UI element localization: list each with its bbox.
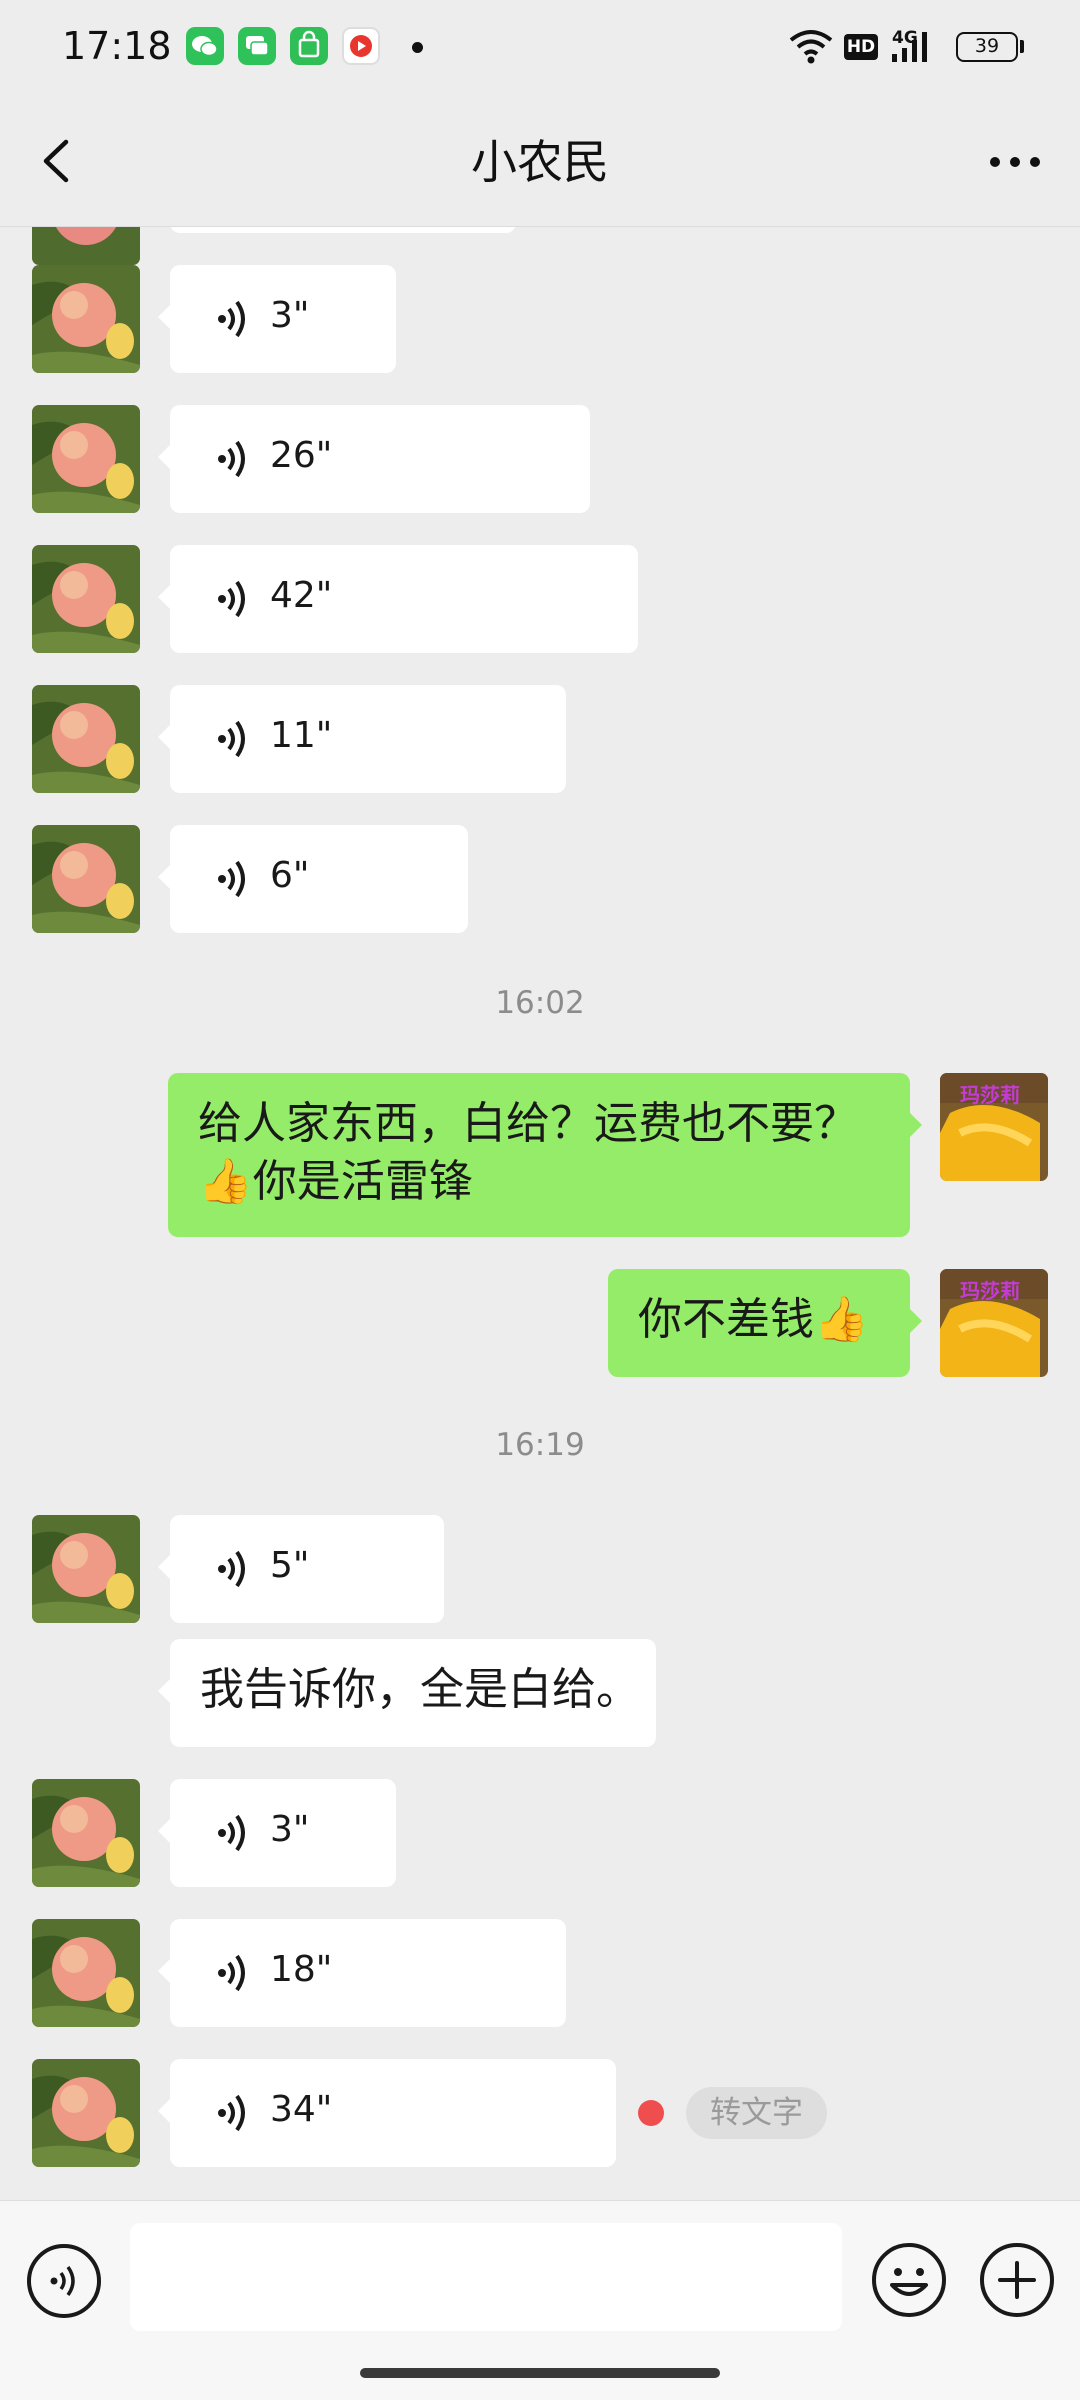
contact-avatar[interactable] [32,545,140,653]
status-bar: 17:18 HD 4G 39 [0,0,1080,96]
voice-message[interactable]: 3" [158,265,396,373]
home-indicator[interactable] [360,2368,720,2378]
voice-wave-icon [218,580,245,618]
store-icon [290,27,328,65]
voice-message[interactable]: 11" [158,685,566,793]
voice-wave-icon [218,1550,245,1588]
contact-avatar[interactable] [32,1779,140,1887]
more-notifications-dot [412,42,423,53]
voice-duration: 34" [270,2089,333,2130]
message-text: 给人家东西，白给？运费也不要？ 👍你是活雷锋 [168,1073,910,1233]
voice-message[interactable]: 34" [158,2059,616,2167]
avatar-caption: 玛莎莉 [960,1279,1020,1303]
nav-bar: 小农民 [0,96,1080,227]
contact-avatar[interactable] [32,227,140,265]
voice-message[interactable]: 42" [158,545,638,653]
more-horizontal-icon [990,157,1040,167]
voice-message[interactable]: 26" [158,405,590,513]
convert-to-text-button[interactable]: 转文字 [686,2087,827,2139]
voice-wave-icon [218,1954,245,1992]
voice-wave-icon [218,860,245,898]
unread-indicator [638,2100,664,2126]
video-icon [342,27,380,65]
voice-toggle-icon [27,2244,101,2318]
voice-duration: 3" [270,1809,310,1850]
emoji-button[interactable] [870,2241,948,2319]
voice-duration: 42" [270,575,333,616]
chat-title: 小农民 [471,135,609,189]
voice-wave-icon [218,2094,245,2132]
contact-avatar[interactable] [32,685,140,793]
message-text: 我告诉你，全是白给。 [200,1664,640,1715]
voice-wave-icon [218,300,245,338]
status-indicators: HD 4G 39 [780,0,1080,96]
message-input[interactable] [130,2223,842,2331]
voice-duration: 3" [270,295,310,336]
own-text-message[interactable]: 你不差钱👍 [608,1269,922,1377]
message-list[interactable]: 3" 26" 42" 11" 6" 16:02 给人家东西，白给？运费也不要？ … [0,227,1080,2200]
contact-avatar[interactable] [32,265,140,373]
contact-avatar[interactable] [32,2059,140,2167]
voice-duration: 11" [270,715,333,756]
voice-duration: 18" [270,1949,333,1990]
message-text-line: 👍你是活雷锋 [198,1156,473,1207]
voice-duration: 6" [270,855,310,896]
contact-avatar[interactable] [32,825,140,933]
message-timestamp: 16:19 [495,1427,585,1463]
battery-level: 39 [974,35,1000,57]
voice-message[interactable]: 3" [158,1779,396,1887]
contact-avatar[interactable] [32,1919,140,2027]
wechat-icon [186,27,224,65]
message-timestamp: 16:02 [495,985,585,1021]
signal-icon [892,32,927,62]
chat-screen: 17:18 HD 4G 39 小农民 3" 26" 42" 11" 6" 16:… [0,0,1080,2400]
battery-icon: 39 [956,32,1018,62]
message-text: 你不差钱👍 [638,1294,869,1345]
voice-wave-icon [218,720,245,758]
hd-badge: HD [844,34,878,60]
voice-duration: 26" [270,435,333,476]
own-avatar[interactable]: 玛莎莉 [940,1269,1048,1377]
voice-toggle-button[interactable] [26,2243,102,2319]
contact-avatar[interactable] [32,405,140,513]
plus-icon [980,2243,1054,2317]
contact-text-message[interactable]: 我告诉你，全是白给。 [158,1639,656,1747]
status-time: 17:18 [62,24,172,68]
voice-wave-icon [218,440,245,478]
more-button[interactable] [980,132,1050,192]
battery-cap [1020,40,1024,53]
voice-message[interactable]: 5" [158,1515,444,1623]
voice-duration: 5" [270,1545,310,1586]
voice-wave-icon [218,1814,245,1852]
voice-message[interactable]: 6" [158,825,468,933]
emoji-icon [872,2243,946,2317]
message-bubble-partial[interactable] [170,227,516,233]
contact-avatar[interactable] [32,1515,140,1623]
voice-message[interactable]: 18" [158,1919,566,2027]
message-text-line: 给人家东西，白给？运费也不要？ [198,1098,858,1149]
wifi-icon [789,30,833,64]
own-avatar[interactable]: 玛莎莉 [940,1073,1048,1181]
plus-button[interactable] [978,2241,1056,2319]
avatar-caption: 玛莎莉 [960,1083,1020,1107]
own-text-message[interactable]: 给人家东西，白给？运费也不要？ 👍你是活雷锋 [168,1073,922,1237]
messages-icon [238,27,276,65]
